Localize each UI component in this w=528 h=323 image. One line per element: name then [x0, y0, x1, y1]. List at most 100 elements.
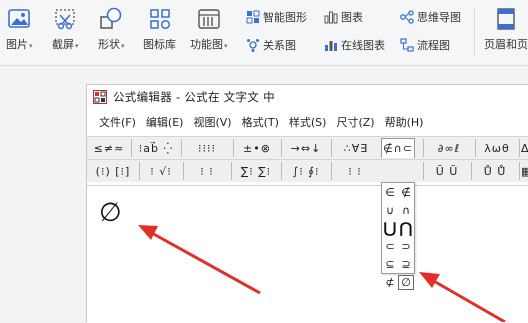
menu-bar: 文件(F) 编辑(E) 视图(V) 格式(T) 样式(S) 尺寸(Z) 帮助(H… — [87, 112, 528, 132]
chevron-down-icon: ▾ — [75, 42, 79, 50]
menu-edit[interactable]: 编辑(E) — [141, 114, 189, 130]
embellishments-palette-button[interactable]: ⁝⁝⁝⁝ — [183, 138, 231, 158]
relation-chart-button[interactable]: 关系图 — [246, 37, 296, 53]
underbar-overbar-templates-button[interactable]: ⁝ ⁝ — [333, 161, 377, 181]
relations-palette-button[interactable]: ≤≠≈ — [89, 138, 129, 158]
header-footer-button[interactable]: 页眉和页 — [484, 6, 528, 52]
ribbon-divider — [474, 8, 475, 56]
superset-or-equal-symbol[interactable]: ⊇ — [398, 258, 414, 271]
empty-set-symbol[interactable]: ∅ — [99, 198, 122, 228]
empty-set-option[interactable]: ∅ — [398, 274, 414, 290]
spaces-palette-button[interactable]: ⁝ab⃗ ⁛ — [133, 138, 179, 158]
function-chart-icon — [198, 9, 220, 29]
fraction-radical-templates-button[interactable]: ⁝ √⁝ — [141, 161, 181, 181]
summation-templates-button[interactable]: ∑⁝ ∑⁝ — [233, 161, 279, 181]
picture-icon — [8, 9, 31, 28]
set-theory-palette-button[interactable]: ∉∩⊂ — [381, 138, 415, 158]
ribbon-toolbar: 图片▾ 截屏▾ 形状▾ 图标库 功能图▾ 智能图形 图表 思维导图 关系图 在线… — [0, 0, 528, 66]
script-templates-button[interactable]: ⁝ ⁝ — [185, 161, 229, 181]
screenshot-label: 截屏 — [52, 38, 74, 51]
menu-file[interactable]: 文件(F) — [94, 114, 141, 130]
product-templates-button[interactable]: Ů Ů̈ — [473, 161, 517, 181]
chevron-down-icon: ▾ — [29, 42, 33, 50]
menu-view[interactable]: 视图(V) — [188, 114, 236, 130]
bar-chart-icon — [324, 11, 338, 24]
element-of-symbol[interactable]: ∈ — [382, 186, 398, 199]
template-palette-row: (⁝) [⁝] ⁝ √⁝ ⁝ ⁝ ∑⁝ ∑⁝ ∫⁝ ∮⁝ ⁝ ⁝ Ū Ũ Ů Ů… — [87, 159, 528, 182]
intersection-symbol[interactable]: ∩ — [398, 204, 414, 217]
arrows-palette-button[interactable]: →⇔↓ — [283, 138, 329, 158]
smart-shape-label: 智能图形 — [263, 11, 307, 24]
flowchart-button[interactable]: 流程图 — [400, 37, 450, 53]
subset-or-equal-symbol[interactable]: ⊆ — [382, 258, 398, 271]
scissors-icon — [55, 9, 75, 30]
window-titlebar: 公式编辑器 - 公式在 文字文 中 — [87, 85, 528, 109]
palette-divider — [519, 139, 520, 157]
dropdown-row: ⊄ ∅ — [382, 273, 414, 291]
icon-library-icon — [149, 9, 170, 30]
equation-editor-window: 公式编辑器 - 公式在 文字文 中 文件(F) 编辑(E) 视图(V) 格式(T… — [86, 84, 528, 323]
relation-chart-icon — [247, 39, 259, 52]
dropdown-row: ∈ ∉ — [382, 183, 414, 201]
fence-templates-button[interactable]: (⁝) [⁝] — [89, 161, 137, 181]
symbol-palette-row: ≤≠≈ ⁝ab⃗ ⁛ ⁝⁝⁝⁝ ±•⊗ →⇔↓ ∴∀∃ ∉∩⊂ ∂∞ℓ λωθ … — [87, 136, 528, 159]
logic-palette-button[interactable]: ∴∀∃ — [333, 138, 379, 158]
smart-shape-icon — [246, 10, 260, 24]
palette-divider — [423, 139, 424, 157]
labeled-arrow-templates-button[interactable]: Ū Ũ — [425, 161, 469, 181]
dropdown-row: ⊆ ⊇ — [382, 255, 414, 273]
palette-divider — [233, 139, 234, 157]
palette-divider — [281, 139, 282, 157]
equation-app-icon — [93, 90, 107, 104]
menu-help[interactable]: 帮助(H) — [380, 114, 429, 130]
screenshot-button[interactable]: 截屏▾ — [52, 6, 79, 52]
subset-symbol[interactable]: ⊂ — [382, 240, 398, 253]
flowchart-icon — [400, 38, 414, 52]
mind-map-label: 思维导图 — [417, 11, 461, 24]
function-chart-button[interactable]: 功能图▾ — [190, 6, 228, 52]
superset-symbol[interactable]: ⊃ — [398, 240, 414, 253]
palette-divider — [519, 162, 520, 180]
dropdown-row: ⊂ ⊃ — [382, 237, 414, 255]
equation-canvas[interactable]: ∅ — [87, 185, 528, 323]
mind-map-icon — [400, 10, 414, 24]
palette-divider — [183, 162, 184, 180]
menu-style[interactable]: 样式(S) — [284, 114, 332, 130]
online-chart-label: 在线图表 — [341, 39, 385, 52]
online-chart-button[interactable]: 在线图表 — [324, 37, 385, 53]
mind-map-button[interactable]: 思维导图 — [400, 9, 461, 25]
greek-upper-palette-button[interactable]: ΔΩ — [521, 138, 528, 158]
relation-chart-label: 关系图 — [263, 39, 296, 52]
smart-shape-button[interactable]: 智能图形 — [246, 9, 307, 25]
palette-divider — [181, 139, 182, 157]
integral-templates-button[interactable]: ∫⁝ ∮⁝ — [283, 161, 329, 181]
palette-divider — [331, 139, 332, 157]
palette-divider — [139, 162, 140, 180]
menu-format[interactable]: 格式(T) — [237, 114, 284, 130]
picture-button[interactable]: 图片▾ — [6, 6, 33, 52]
palette-divider — [131, 139, 132, 157]
shape-button[interactable]: 形状▾ — [98, 6, 125, 52]
icon-library-button[interactable]: 图标库 — [143, 6, 176, 52]
not-element-of-symbol[interactable]: ∉ — [398, 186, 414, 199]
chart-label: 图表 — [341, 11, 363, 24]
matrix-templates-button[interactable]: ▦▦ ▦ — [521, 161, 528, 181]
chart-button[interactable]: 图表 — [324, 9, 363, 25]
icon-library-label: 图标库 — [143, 38, 176, 51]
palette-divider — [281, 162, 282, 180]
union-symbol[interactable]: ∪ — [382, 204, 398, 217]
not-subset-symbol[interactable]: ⊄ — [382, 276, 398, 289]
misc-symbols-palette-button[interactable]: ∂∞ℓ — [425, 138, 473, 158]
greek-lower-palette-button[interactable]: λωθ — [477, 138, 517, 158]
chevron-down-icon: ▾ — [121, 42, 125, 50]
big-intersection-symbol[interactable]: ⋂ — [398, 219, 414, 237]
menu-size[interactable]: 尺寸(Z) — [331, 114, 379, 130]
header-footer-label: 页眉和页 — [484, 38, 528, 51]
palette-divider — [471, 162, 472, 180]
header-footer-icon — [497, 8, 515, 30]
window-title: 公式编辑器 - 公式在 文字文 中 — [113, 90, 275, 104]
function-chart-label: 功能图 — [190, 38, 223, 51]
big-union-symbol[interactable]: ⋃ — [382, 219, 398, 237]
palette-divider — [231, 162, 232, 180]
operators-palette-button[interactable]: ±•⊗ — [235, 138, 279, 158]
